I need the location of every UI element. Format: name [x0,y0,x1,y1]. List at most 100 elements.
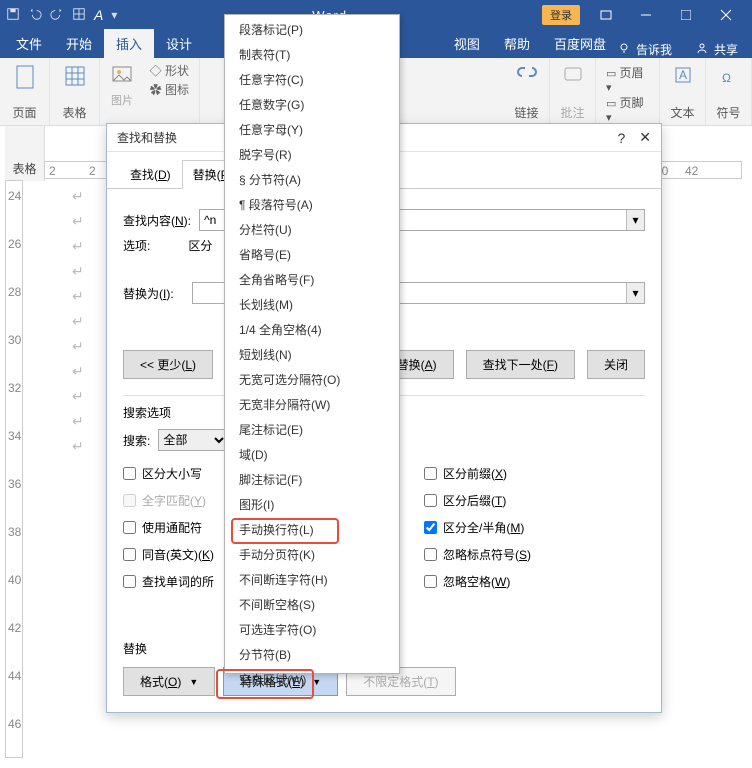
tab-home[interactable]: 开始 [54,29,104,58]
share-label[interactable]: 共享 [714,41,738,58]
help-icon[interactable]: ? [617,130,625,146]
chk-punct[interactable]: 忽略标点符号(S) [424,546,645,563]
chevron-down-icon: ▼ [189,677,198,687]
save-icon[interactable] [6,7,20,24]
svg-text:Ω: Ω [722,71,731,85]
group-table: 表格 [50,58,100,125]
mi-any-letter[interactable]: 任意字母(Y) [225,117,399,142]
mi-section-break[interactable]: 分节符(B) [225,642,399,667]
login-button[interactable]: 登录 [542,5,580,25]
mi-section-char[interactable]: § 分节符(A) [225,167,399,192]
mi-em-dash[interactable]: 长划线(M) [225,292,399,317]
options-value: 区分 [188,237,212,254]
find-dropdown-icon[interactable]: ▾ [626,210,644,230]
svg-text:A: A [679,68,687,82]
chk-space[interactable]: 忽略空格(W) [424,573,645,590]
mi-footnote[interactable]: 脚注标记(F) [225,467,399,492]
group-link: 链接 [504,58,550,125]
tab-help[interactable]: 帮助 [492,29,542,58]
tellme-label[interactable]: 告诉我 [636,41,672,58]
mi-pilcrow[interactable]: ¶ 段落符号(A) [225,192,399,217]
tab-insert[interactable]: 插入 [104,29,154,58]
mi-field[interactable]: 域(D) [225,442,399,467]
dialog-close-icon[interactable]: ✕ [639,129,651,146]
tab-design[interactable]: 设计 [154,29,204,58]
textbox-icon[interactable]: A [672,62,694,90]
format-button[interactable]: 格式(O)▼ [123,667,215,696]
quick-access-toolbar: A ▾ [6,7,117,24]
group-symbol: Ω 符号 [706,58,752,125]
mi-endnote[interactable]: 尾注标记(E) [225,417,399,442]
close-icon[interactable] [706,1,746,29]
group-page: 页面 [0,58,50,125]
mi-manual-line[interactable]: 手动换行符(L) [225,517,399,542]
find-label: 查找内容(N): [123,212,191,229]
mi-full-ellipsis[interactable]: 全角省略号(F) [225,267,399,292]
tab-baidu[interactable]: 百度网盘 [542,29,618,58]
tab-find[interactable]: 查找(D) [119,160,182,188]
findnext-button[interactable]: 查找下一处(F) [466,350,575,379]
comment-label: 批注 [560,104,584,121]
mi-nowidth-non[interactable]: 无宽非分隔符(W) [225,392,399,417]
link-icon[interactable] [516,62,538,90]
link-label: 链接 [514,104,538,121]
undo-icon[interactable] [28,7,42,24]
mi-any-char[interactable]: 任意字符(C) [225,67,399,92]
special-format-menu: 段落标记(P) 制表符(T) 任意字符(C) 任意数字(G) 任意字母(Y) 脱… [224,14,400,674]
table-group-extra: 表格 [5,126,45,181]
mi-opt-hyphen[interactable]: 可选连字符(O) [225,617,399,642]
mi-column-break[interactable]: 分栏符(U) [225,217,399,242]
shapes-icon: ◇ [150,64,162,78]
ribbon-options-icon[interactable] [586,1,626,29]
mi-ellipsis[interactable]: 省略号(E) [225,242,399,267]
group-headerfooter: ▭ 页眉 ▾ ▭ 页脚 ▾ [596,58,660,125]
table-icon[interactable] [63,62,87,92]
header-button[interactable]: ▭ 页眉 ▾ [606,64,649,94]
close-button[interactable]: 关闭 [587,350,645,379]
shapes-button[interactable]: ◇ 形状 [150,62,189,79]
dialog-title: 查找和替换 [117,129,177,146]
mi-en-dash[interactable]: 短划线(N) [225,342,399,367]
page-label: 页面 [12,104,36,121]
minimize-icon[interactable] [626,1,666,29]
maximize-icon[interactable] [666,1,706,29]
clearformat-icon[interactable]: A [94,7,103,23]
ruler-vertical[interactable]: 24 26 28 30 32 34 36 38 40 42 44 46 [5,180,23,758]
mi-any-digit[interactable]: 任意数字(G) [225,92,399,117]
mi-nb-space[interactable]: 不间断空格(S) [225,592,399,617]
icons-icon: ✿ [150,83,162,97]
footer-button[interactable]: ▭ 页脚 ▾ [606,94,649,124]
mi-whitespace[interactable]: 空白区域(W) [225,667,399,692]
table-icon[interactable] [72,7,86,24]
window-controls: 登录 [542,1,746,29]
symbol-label: 符号 [716,104,740,121]
icons-button[interactable]: ✿ 图标 [150,81,189,98]
lightbulb-icon [618,42,630,57]
redo-icon[interactable] [50,7,64,24]
replace-dropdown-icon[interactable]: ▾ [626,283,644,303]
qat-more-icon[interactable]: ▾ [111,8,117,22]
chk-fullhalf[interactable]: 区分全/半角(M) [424,519,645,536]
page-icon[interactable] [13,62,37,92]
pictures-label: 图片 [111,92,133,108]
mi-nowidth-opt[interactable]: 无宽可选分隔符(O) [225,367,399,392]
search-direction-select[interactable]: 全部 [158,429,228,451]
comment-icon[interactable] [562,62,584,90]
less-button[interactable]: << 更少(L) [123,350,213,379]
chk-suffix[interactable]: 区分后缀(T) [424,492,645,509]
chk-prefix[interactable]: 区分前缀(X) [424,465,645,482]
mi-manual-page[interactable]: 手动分页符(K) [225,542,399,567]
text-label: 文本 [670,104,694,121]
tab-view[interactable]: 视图 [442,29,492,58]
options-label: 选项: [123,237,150,254]
mi-caret[interactable]: 脱字号(R) [225,142,399,167]
mi-tab[interactable]: 制表符(T) [225,42,399,67]
mi-graphic[interactable]: 图形(I) [225,492,399,517]
mi-quarter-em[interactable]: 1/4 全角空格(4) [225,317,399,342]
mi-nb-hyphen[interactable]: 不间断连字符(H) [225,567,399,592]
table-label: 表格 [62,104,86,121]
tab-file[interactable]: 文件 [4,29,54,58]
pictures-icon[interactable] [110,62,134,90]
symbol-icon[interactable]: Ω [718,62,740,90]
mi-paragraph-mark[interactable]: 段落标记(P) [225,17,399,42]
